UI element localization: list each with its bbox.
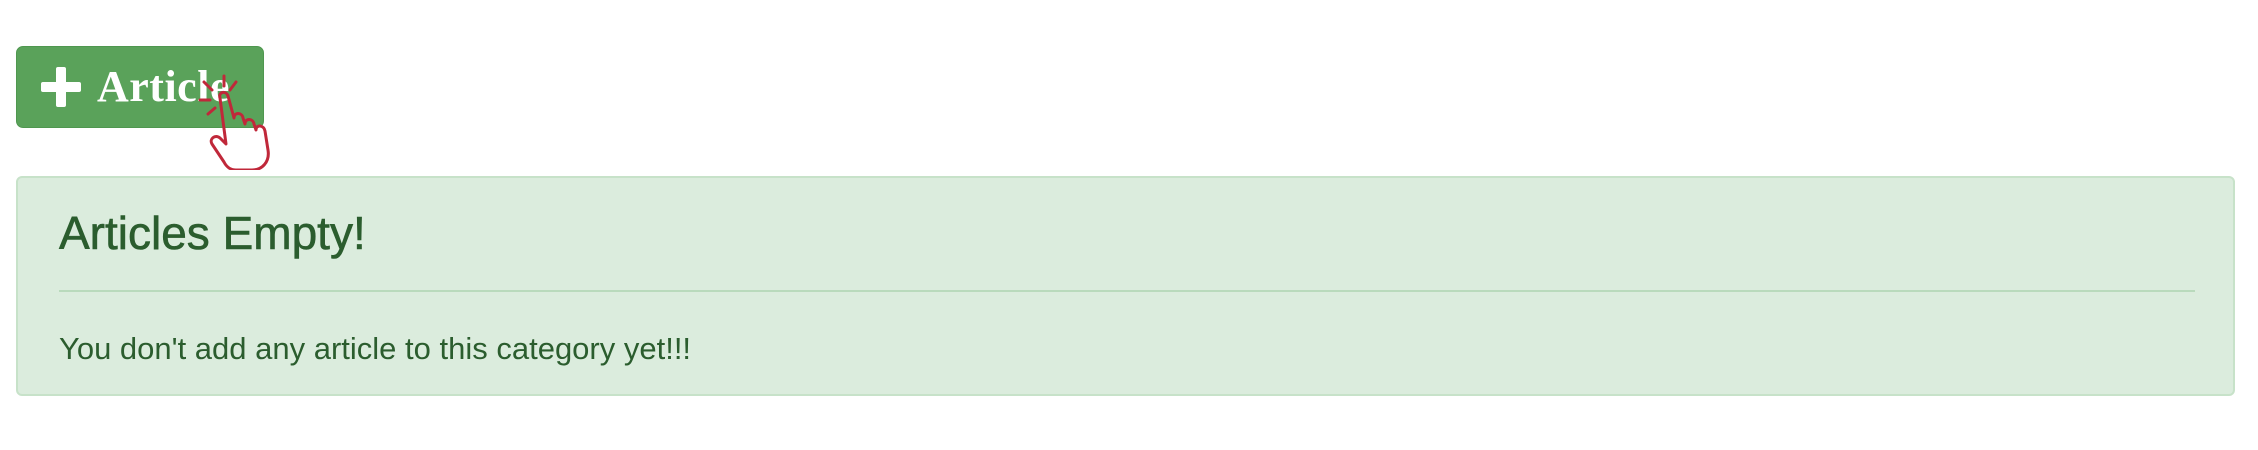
alert-title: Articles Empty! [59, 207, 366, 260]
empty-articles-alert: Articles Empty! You don't add any articl… [16, 176, 2235, 396]
add-article-label: Article [97, 62, 230, 111]
add-article-button[interactable]: Article [16, 46, 264, 128]
alert-message: You don't add any article to this catego… [59, 331, 692, 366]
alert-divider [59, 290, 2195, 292]
plus-icon [41, 67, 81, 107]
